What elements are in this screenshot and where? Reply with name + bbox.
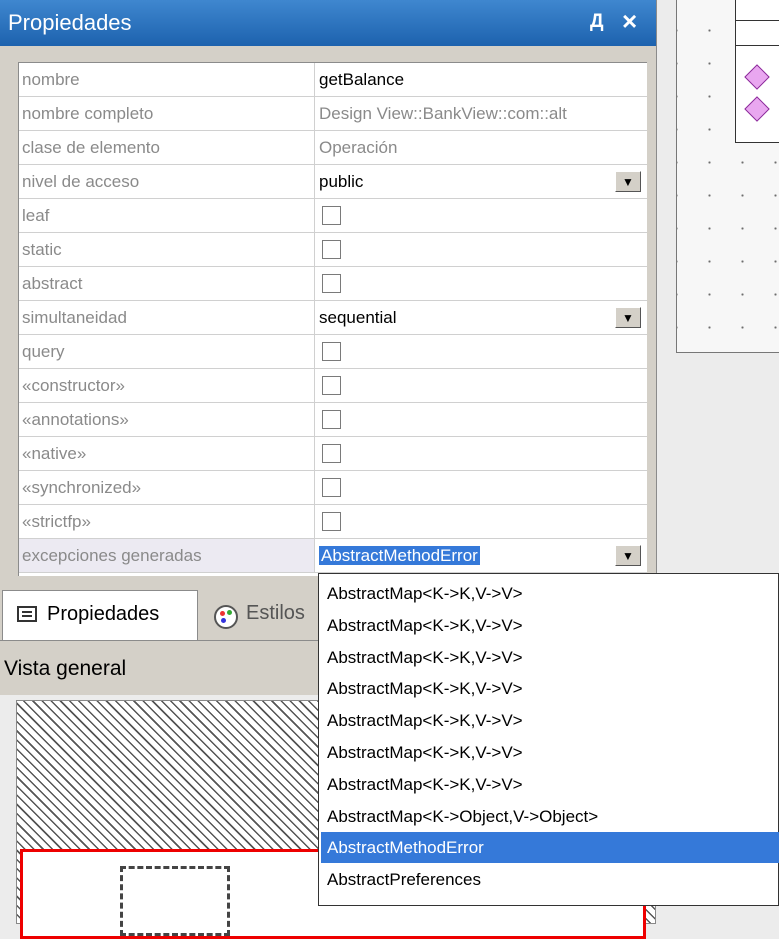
property-checkbox[interactable] xyxy=(322,206,341,225)
class-element[interactable] xyxy=(735,0,779,143)
panel-title: Propiedades xyxy=(8,10,132,35)
property-dropdown-value[interactable]: public xyxy=(319,165,645,198)
property-name: «synchronized» xyxy=(19,471,315,504)
property-row[interactable]: static xyxy=(19,233,647,267)
panel-tabs: Propiedades Estilos xyxy=(0,576,320,640)
property-row[interactable]: «synchronized» xyxy=(19,471,647,505)
dropdown-option[interactable]: AbstractMap<K->Object,V->Object> xyxy=(321,801,779,832)
property-row[interactable]: clase de elemento Operación xyxy=(19,131,647,165)
property-row[interactable]: nivel de acceso public ▼ xyxy=(19,165,647,199)
property-name: «native» xyxy=(19,437,315,470)
dropdown-option[interactable]: AbstractMap<K->K,V->V> xyxy=(321,769,779,800)
property-row[interactable]: «constructor» xyxy=(19,369,647,403)
overview-element-outline xyxy=(120,866,230,936)
property-row[interactable]: simultaneidad sequential ▼ xyxy=(19,301,647,335)
dropdown-option[interactable]: AbstractMap<K->K,V->V> xyxy=(321,578,779,609)
property-name: leaf xyxy=(19,199,315,232)
tab-estilos[interactable]: Estilos xyxy=(206,590,305,640)
property-name: simultaneidad xyxy=(19,301,315,334)
property-row[interactable]: nombre getBalance xyxy=(19,63,647,97)
dropdown-arrow-icon[interactable]: ▼ xyxy=(615,307,641,328)
property-name: «constructor» xyxy=(19,369,315,402)
property-name: static xyxy=(19,233,315,266)
dropdown-option[interactable]: AbstractMap<K->K,V->V> xyxy=(321,737,779,768)
property-checkbox[interactable] xyxy=(322,410,341,429)
dropdown-arrow-icon[interactable]: ▼ xyxy=(615,171,641,192)
panel-titlebar: Propiedades Д × xyxy=(0,0,656,46)
properties-icon xyxy=(17,606,37,622)
palette-icon xyxy=(214,605,238,629)
property-row[interactable]: excepciones generadas AbstractMethodError… xyxy=(19,539,647,573)
property-name: nivel de acceso xyxy=(19,165,315,198)
overview-title: Vista general xyxy=(4,657,127,680)
property-text-input[interactable]: getBalance xyxy=(319,63,645,96)
operation-icon xyxy=(744,96,770,122)
property-name: nombre xyxy=(19,63,315,96)
property-checkbox[interactable] xyxy=(322,342,341,361)
property-row[interactable]: abstract xyxy=(19,267,647,301)
property-checkbox[interactable] xyxy=(322,274,341,293)
property-row[interactable]: query xyxy=(19,335,647,369)
exceptions-dropdown-list: AbstractMap<K->K,V->V> AbstractMap<K->K,V… xyxy=(318,573,779,906)
class-divider xyxy=(736,20,779,21)
property-row[interactable]: «native» xyxy=(19,437,647,471)
dropdown-option[interactable]: AbstractPreferences xyxy=(321,864,779,895)
property-readonly-value: Design View::BankView::com::alt xyxy=(319,104,567,123)
property-name: «annotations» xyxy=(19,403,315,436)
overview-header: Vista general xyxy=(0,640,320,695)
property-row[interactable]: «annotations» xyxy=(19,403,647,437)
dropdown-option[interactable]: AbstractMap<K->K,V->V> xyxy=(321,705,779,736)
selected-value-text: AbstractMethodError xyxy=(319,546,480,565)
property-readonly-value: Operación xyxy=(319,138,398,157)
property-grid: nombre getBalance nombre completo Design Vi… xyxy=(18,62,647,577)
property-row[interactable]: nombre completo Design View::BankView::co… xyxy=(19,97,647,131)
tab-propiedades[interactable]: Propiedades xyxy=(2,590,198,640)
properties-panel: Propiedades Д × nombre getBalance nombre c… xyxy=(0,0,657,577)
property-checkbox[interactable] xyxy=(322,376,341,395)
close-icon[interactable]: × xyxy=(622,6,637,37)
property-name: excepciones generadas xyxy=(19,539,315,572)
property-checkbox[interactable] xyxy=(322,478,341,497)
tab-propiedades-label: Propiedades xyxy=(47,603,160,625)
dropdown-arrow-icon[interactable]: ▼ xyxy=(615,545,641,566)
property-dropdown-value[interactable]: AbstractMethodError xyxy=(319,539,645,572)
property-checkbox[interactable] xyxy=(322,512,341,531)
property-checkbox[interactable] xyxy=(322,444,341,463)
property-name: clase de elemento xyxy=(19,131,315,164)
property-dropdown-value[interactable]: sequential xyxy=(319,301,645,334)
dropdown-option[interactable]: AbstractMethodError xyxy=(321,832,779,864)
property-name: abstract xyxy=(19,267,315,300)
class-divider xyxy=(736,45,779,46)
property-name: «strictfp» xyxy=(19,505,315,538)
property-name: nombre completo xyxy=(19,97,315,130)
pin-icon[interactable]: Д xyxy=(590,11,604,33)
property-row[interactable]: leaf xyxy=(19,199,647,233)
tab-estilos-label: Estilos xyxy=(246,602,305,624)
property-checkbox[interactable] xyxy=(322,240,341,259)
property-name: query xyxy=(19,335,315,368)
dropdown-option[interactable]: AbstractMap<K->K,V->V> xyxy=(321,610,779,641)
operation-icon xyxy=(744,64,770,90)
property-row[interactable]: «strictfp» xyxy=(19,505,647,539)
dropdown-option[interactable]: AbstractMap<K->K,V->V> xyxy=(321,642,779,673)
dropdown-option[interactable]: AbstractMap<K->K,V->V> xyxy=(321,673,779,704)
